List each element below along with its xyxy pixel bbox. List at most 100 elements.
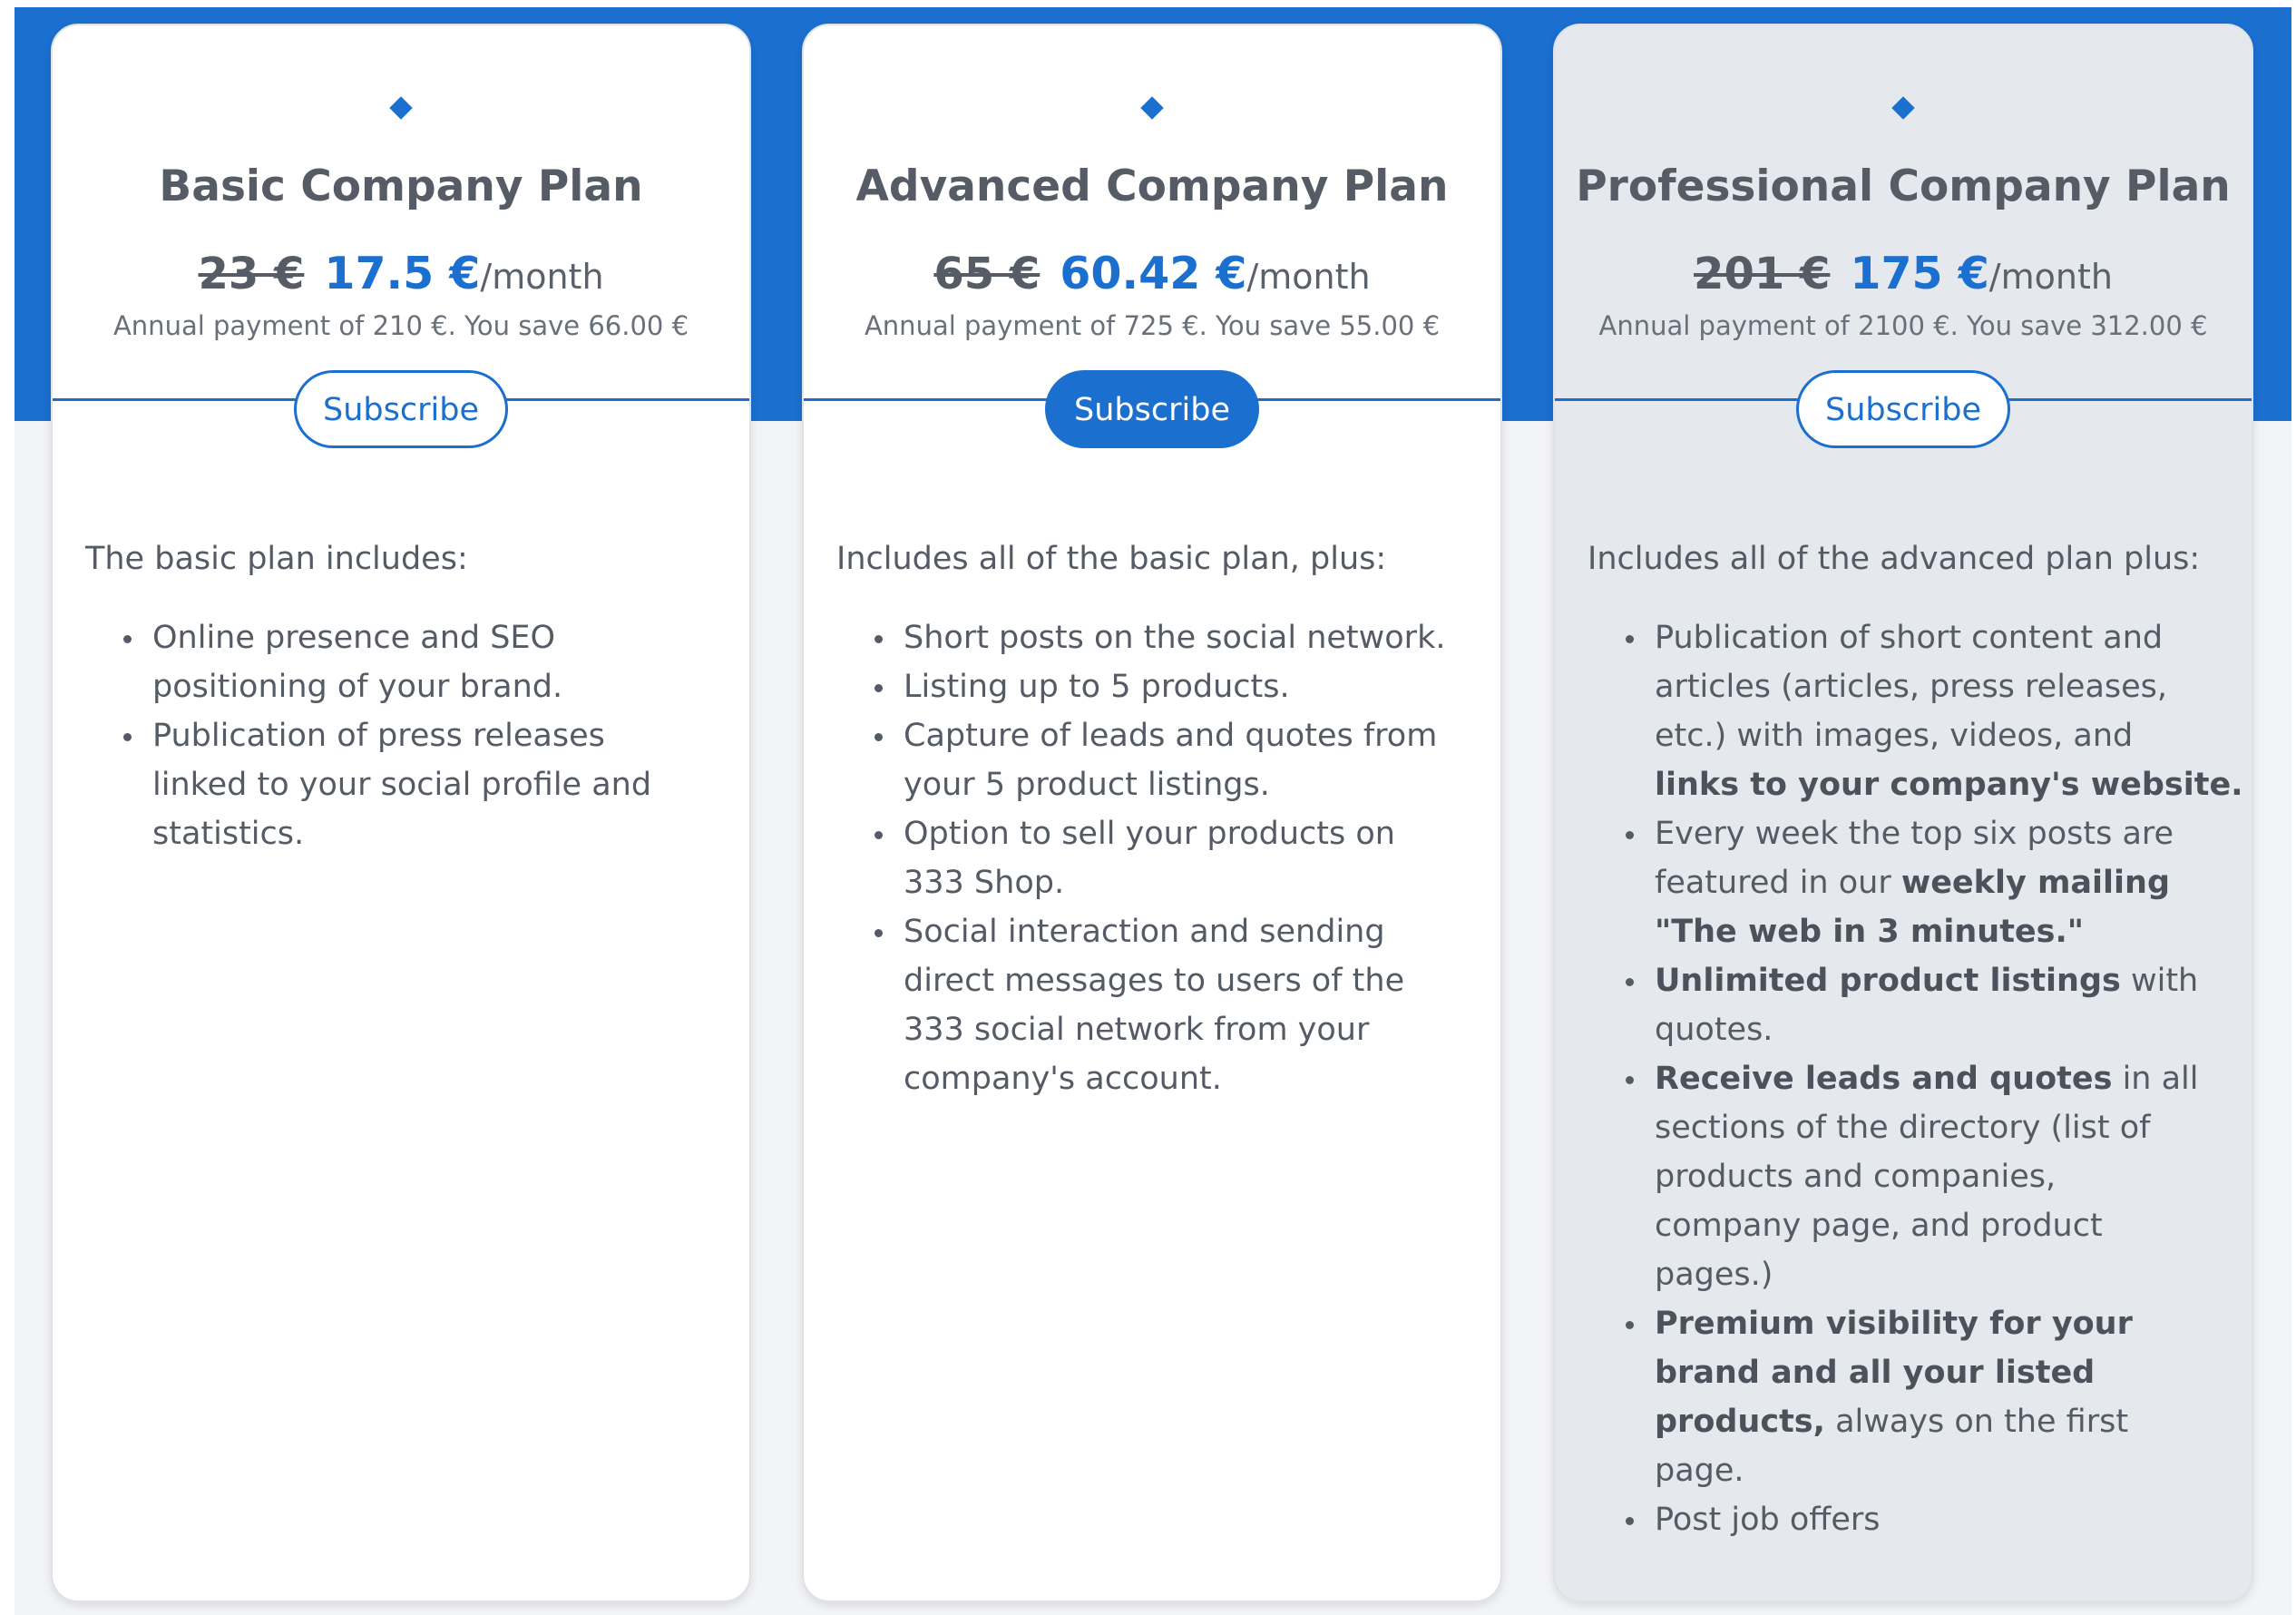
current-price: 175 €	[1850, 248, 1989, 299]
feature-line: Premium visibility for your	[1655, 1299, 2233, 1348]
feature-text: Every week the top six posts are	[1655, 816, 2174, 852]
feature-text-bold: Unlimited product listings	[1655, 963, 2121, 999]
feature-line: brand and all your listed	[1655, 1348, 2233, 1397]
feature-line: Capture of leads and quotes from	[904, 711, 1482, 760]
current-price: 17.5 €	[324, 248, 481, 299]
plan-title: Advanced Company Plan	[855, 162, 1449, 211]
subscribe-button[interactable]: Subscribe	[1796, 370, 2010, 448]
feature-line: Online presence and SEO	[152, 613, 731, 662]
feature-text: Capture of leads and quotes from	[904, 718, 1438, 754]
feature-text: Publication of short content and	[1655, 620, 2164, 656]
feature-item: Every week the top six posts are featured…	[1588, 809, 2233, 956]
feature-text: Post job offers	[1655, 1502, 1881, 1538]
feature-text: pages.)	[1655, 1257, 1773, 1293]
plan-title: Professional Company Plan	[1576, 162, 2231, 211]
feature-item: Publication of short content and articles…	[1588, 613, 2243, 809]
old-price: 201 €	[1694, 249, 1831, 299]
feature-text: quotes.	[1655, 1012, 1773, 1048]
price-line: 201 € 175 €/month	[1555, 248, 2252, 299]
old-price: 23 €	[198, 249, 305, 299]
subscribe-button[interactable]: Subscribe	[1045, 370, 1259, 448]
feature-text: in all	[2112, 1061, 2199, 1097]
feature-list: Short posts on the social network. Listin…	[836, 613, 1482, 1103]
feature-text: etc.) with images, videos, and	[1655, 718, 2134, 754]
feature-line: products and companies,	[1655, 1152, 2233, 1201]
feature-line: "The web in 3 minutes."	[1655, 907, 2233, 956]
feature-text: company page, and product	[1655, 1208, 2103, 1244]
diamond-icon	[1140, 96, 1164, 120]
price-period: /month	[1246, 257, 1371, 297]
plan-card-professional: Professional Company Plan 201 € 175 €/mon…	[1553, 24, 2253, 1602]
plan-intro: Includes all of the basic plan, plus:	[836, 541, 1387, 577]
feature-text: linked to your social profile and	[152, 767, 652, 803]
feature-line: Every week the top six posts are	[1655, 809, 2233, 858]
feature-text-bold: products,	[1655, 1404, 1825, 1440]
feature-text: with	[2120, 963, 2199, 999]
feature-line: Social interaction and sending	[904, 907, 1482, 956]
plan-intro: Includes all of the advanced plan plus:	[1588, 541, 2201, 577]
old-price: 65 €	[933, 249, 1041, 299]
feature-line: links to your company's website.	[1655, 760, 2243, 809]
price-line: 23 € 17.5 €/month	[53, 248, 749, 299]
feature-text: featured in our	[1655, 865, 1901, 901]
feature-line: products, always on the first	[1655, 1397, 2233, 1446]
feature-text: Option to sell your products on	[904, 816, 1395, 852]
feature-text: Listing up to 5 products.	[904, 669, 1290, 705]
feature-text: Short posts on the social network.	[904, 620, 1446, 656]
feature-text: always on the first	[1824, 1404, 2129, 1440]
plan-card-advanced: Advanced Company Plan 65 €60.42 €/month …	[802, 24, 1502, 1602]
feature-item: Online presence and SEO positioning of yo…	[85, 613, 731, 711]
subscribe-button[interactable]: Subscribe	[294, 370, 508, 448]
feature-line: Post job offers	[1655, 1495, 2233, 1544]
annual-payment-note: Annual payment of 210 €. You save 66.00 …	[112, 310, 689, 341]
feature-item: Receive leads and quotes in all sections …	[1588, 1054, 2233, 1299]
feature-text-bold: Premium visibility for your	[1655, 1306, 2133, 1342]
plan-intro: The basic plan includes:	[85, 541, 468, 577]
feature-list: Publication of short content and articles…	[1588, 613, 2243, 1544]
annual-payment-note: Annual payment of 725 €. You save 55.00 …	[864, 310, 1441, 341]
plan-card-basic: Basic Company Plan 23 € 17.5 €/month Annu…	[51, 24, 751, 1602]
feature-text-bold: brand and all your listed	[1655, 1355, 2096, 1391]
feature-text-bold: Receive leads and quotes	[1655, 1061, 2113, 1097]
feature-text: products and companies,	[1655, 1159, 2057, 1195]
feature-text: positioning of your brand.	[152, 669, 563, 705]
feature-line: Listing up to 5 products.	[904, 662, 1482, 711]
feature-line: pages.)	[1655, 1250, 2233, 1299]
feature-text: 333 Shop.	[904, 865, 1065, 901]
feature-line: company page, and product	[1655, 1201, 2233, 1250]
feature-line: 333 social network from your	[904, 1005, 1482, 1054]
feature-line: Receive leads and quotes in all	[1655, 1054, 2233, 1103]
feature-text: articles (articles, press releases,	[1655, 669, 2168, 705]
feature-text: 333 social network from your	[904, 1012, 1370, 1048]
feature-text-bold: "The web in 3 minutes."	[1655, 914, 2085, 950]
current-price: 60.42 €	[1060, 248, 1247, 299]
feature-text: Publication of press releases	[152, 718, 605, 754]
feature-item: Listing up to 5 products.	[836, 662, 1482, 711]
feature-line: direct messages to users of the	[904, 956, 1482, 1005]
feature-line: linked to your social profile and	[152, 760, 731, 809]
feature-line: 333 Shop.	[904, 858, 1482, 907]
feature-text: sections of the directory (list of	[1655, 1110, 2151, 1146]
feature-text: Social interaction and sending	[904, 914, 1385, 950]
feature-line: company's account.	[904, 1054, 1482, 1103]
feature-text: direct messages to users of the	[904, 963, 1405, 999]
feature-line: etc.) with images, videos, and	[1655, 711, 2233, 760]
diamond-icon	[389, 96, 413, 120]
feature-line: statistics.	[152, 809, 731, 858]
plan-title: Basic Company Plan	[159, 162, 643, 211]
feature-item: Capture of leads and quotes from your 5 p…	[836, 711, 1482, 809]
feature-line: positioning of your brand.	[152, 662, 731, 711]
feature-line: Option to sell your products on	[904, 809, 1482, 858]
feature-list: Online presence and SEO positioning of yo…	[85, 613, 731, 858]
feature-item: Unlimited product listings with quotes.	[1588, 956, 2233, 1054]
diamond-icon	[1891, 96, 1915, 120]
feature-line: Publication of short content and	[1655, 613, 2233, 662]
feature-text: your 5 product listings.	[904, 767, 1270, 803]
price-period: /month	[1988, 257, 2113, 297]
feature-line: quotes.	[1655, 1005, 2233, 1054]
feature-text: company's account.	[904, 1061, 1222, 1097]
feature-line: articles (articles, press releases,	[1655, 662, 2233, 711]
feature-item: Premium visibility for your brand and all…	[1588, 1299, 2233, 1495]
feature-item: Post job offers	[1588, 1495, 2233, 1544]
feature-text: page.	[1655, 1453, 1744, 1489]
